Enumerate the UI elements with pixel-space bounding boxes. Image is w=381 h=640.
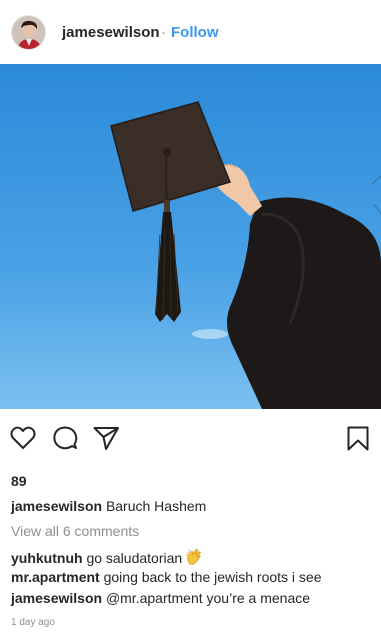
comment-username[interactable]: mr.apartment — [11, 569, 100, 585]
comment-username[interactable]: yuhkutnuh — [11, 550, 83, 566]
comment-item: yuhkutnuh go saludatorian — [11, 548, 203, 569]
clapping-hands-icon — [185, 548, 203, 569]
comment-bubble-icon — [53, 426, 78, 450]
author-username[interactable]: jamesewilson — [62, 24, 160, 41]
view-all-comments-link[interactable]: View all 6 comments — [11, 523, 139, 539]
caption-username[interactable]: jamesewilson — [11, 498, 102, 514]
like-count[interactable]: 89 — [11, 473, 27, 489]
comment-button[interactable] — [51, 424, 79, 452]
comment-text: going back to the jewish roots i see — [103, 569, 322, 585]
share-button[interactable] — [92, 424, 120, 452]
post-caption: jamesewilson Baruch Hashem — [11, 498, 206, 514]
like-button[interactable] — [9, 424, 37, 452]
post-photo[interactable] — [0, 64, 381, 409]
post-actions — [0, 420, 381, 456]
bookmark-icon — [347, 426, 369, 451]
comment-text: @mr.apartment you’re a menace — [105, 590, 311, 606]
heart-icon — [10, 426, 36, 449]
author-avatar[interactable] — [11, 15, 46, 50]
caption-text: Baruch Hashem — [105, 498, 207, 514]
paper-plane-icon — [93, 427, 119, 450]
comment-text: go saludatorian — [86, 550, 183, 566]
comment-username[interactable]: jamesewilson — [11, 590, 102, 606]
save-button[interactable] — [344, 424, 372, 452]
comment-item: mr.apartment going back to the jewish ro… — [11, 569, 322, 585]
follow-button[interactable]: Follow — [171, 24, 219, 41]
comment-item: jamesewilson @mr.apartment you’re a mena… — [11, 590, 310, 606]
post-header: jamesewilson · Follow — [0, 0, 381, 64]
post-timestamp: 1 day ago — [11, 617, 55, 628]
separator-dot: · — [161, 24, 166, 41]
